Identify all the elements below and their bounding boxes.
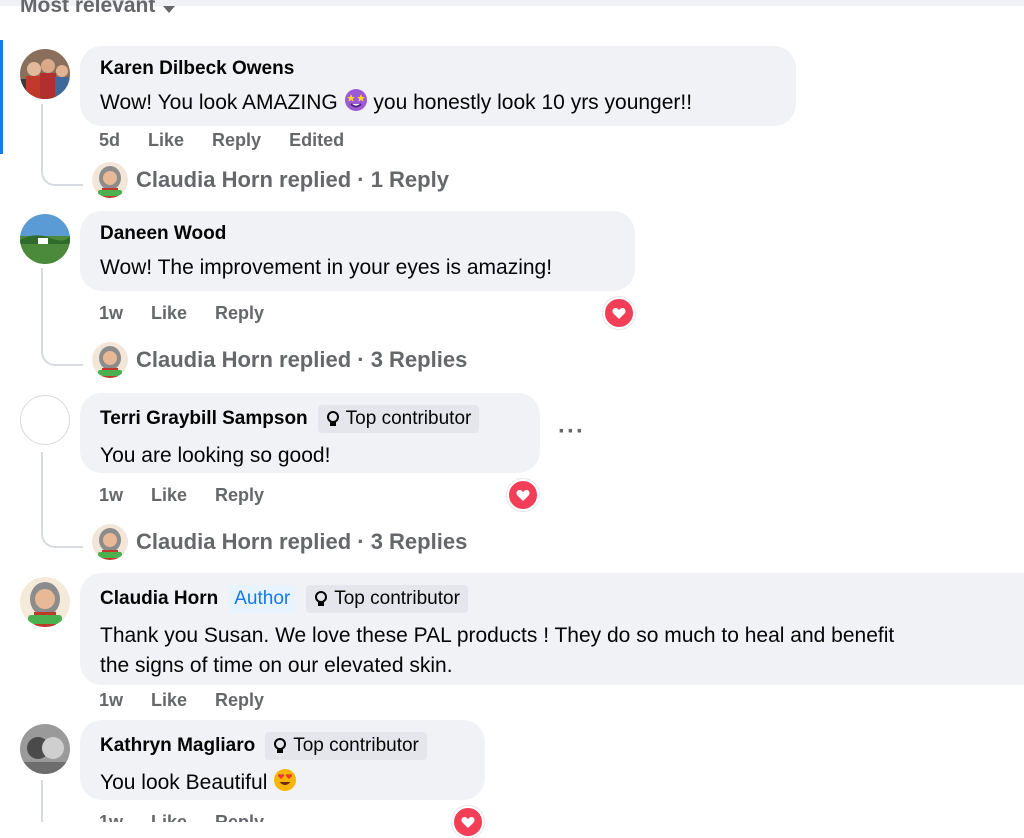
contributor-icon [274,738,287,753]
comment-bubble: Karen Dilbeck Owens Wow! You look AMAZIN… [80,46,796,126]
comment-actions: 1w Like Reply [99,303,264,324]
thread-connector [41,522,83,548]
top-contributor-badge[interactable]: Top contributor [306,585,468,613]
thread-line [41,452,43,522]
commenter-name[interactable]: Karen Dilbeck Owens [100,58,294,80]
avatar[interactable] [20,214,70,264]
heart-reaction-icon[interactable] [452,806,484,838]
avatar[interactable] [20,49,70,99]
chevron-down-icon [163,5,176,13]
comment-text: Thank you Susan. We love these PAL produ… [100,624,895,677]
comment-timestamp[interactable]: 1w [99,690,123,711]
reply-summary: Claudia Horn replied · 3 Replies [136,347,468,372]
avatar[interactable] [20,577,70,627]
heart-reaction-icon[interactable] [603,297,635,329]
comment-text: Wow! The improvement in your eyes is ama… [100,256,553,279]
thread-line [41,104,43,160]
comment-highlight-bar [0,40,3,154]
reply-button[interactable]: Reply [215,303,264,324]
reply-button[interactable]: Reply [215,690,264,711]
reply-summary: Claudia Horn replied · 3 Replies [136,529,468,554]
like-button[interactable]: Like [151,812,187,822]
thread-connector [41,160,83,186]
like-button[interactable]: Like [151,303,187,324]
author-badge: Author [228,585,297,613]
reply-summary: Claudia Horn replied · 1 Reply [136,167,449,192]
avatar[interactable] [20,395,70,445]
sort-label: Most relevant [20,0,156,17]
contributor-icon [326,411,339,426]
commenter-name[interactable]: Daneen Wood [100,223,226,245]
comment-timestamp[interactable]: 1w [99,303,123,324]
comment-text: You are looking so good! [100,444,331,467]
top-contributor-badge[interactable]: Top contributor [317,405,480,433]
commenter-name[interactable]: Terri Graybill Sampson [100,408,308,430]
top-contributor-badge[interactable]: Top contributor [265,732,427,760]
comment-actions: 1w Like Reply [99,812,264,822]
more-options-icon[interactable]: ··· [558,418,585,446]
thread-line [41,268,43,340]
contributor-icon [315,591,328,606]
comment-actions: 1w Like Reply [99,690,264,711]
view-replies-link[interactable]: Claudia Horn replied · 3 Replies [92,342,467,378]
thread-connector [41,340,83,366]
comment-text: Wow! You look AMAZING you honestly look … [100,88,776,118]
comment-bubble: Claudia Horn Author Top contributor Than… [80,573,1024,685]
comment-actions: 1w Like Reply [99,485,264,506]
comment-text: You look Beautiful [100,768,465,798]
commenter-name[interactable]: Claudia Horn [100,588,218,610]
like-button[interactable]: Like [151,690,187,711]
thread-line [41,780,43,822]
reply-button[interactable]: Reply [215,812,264,822]
comment-actions: 5d Like Reply Edited [99,130,344,151]
replier-avatar [92,524,128,560]
comment-bubble: Kathryn Magliaro Top contributor You loo… [80,720,485,800]
view-replies-link[interactable]: Claudia Horn replied · 1 Reply [92,162,449,198]
like-button[interactable]: Like [151,485,187,506]
comment-timestamp[interactable]: 1w [99,485,123,506]
star-struck-emoji-icon [344,88,368,112]
comment-timestamp[interactable]: 1w [99,812,123,822]
reply-button[interactable]: Reply [212,130,261,151]
edited-label[interactable]: Edited [289,130,344,151]
comment-bubble: Terri Graybill Sampson Top contributor Y… [80,393,540,473]
replier-avatar [92,162,128,198]
avatar[interactable] [20,724,70,774]
heart-reaction-icon[interactable] [507,479,539,511]
like-button[interactable]: Like [148,130,184,151]
comment-bubble: Daneen Wood Wow! The improvement in your… [80,211,635,291]
replier-avatar [92,342,128,378]
heart-eyes-emoji-icon [273,768,297,792]
view-replies-link[interactable]: Claudia Horn replied · 3 Replies [92,524,467,560]
comment-timestamp[interactable]: 5d [99,130,120,151]
reply-button[interactable]: Reply [215,485,264,506]
sort-dropdown[interactable]: Most relevant [20,0,176,22]
commenter-name[interactable]: Kathryn Magliaro [100,735,255,757]
